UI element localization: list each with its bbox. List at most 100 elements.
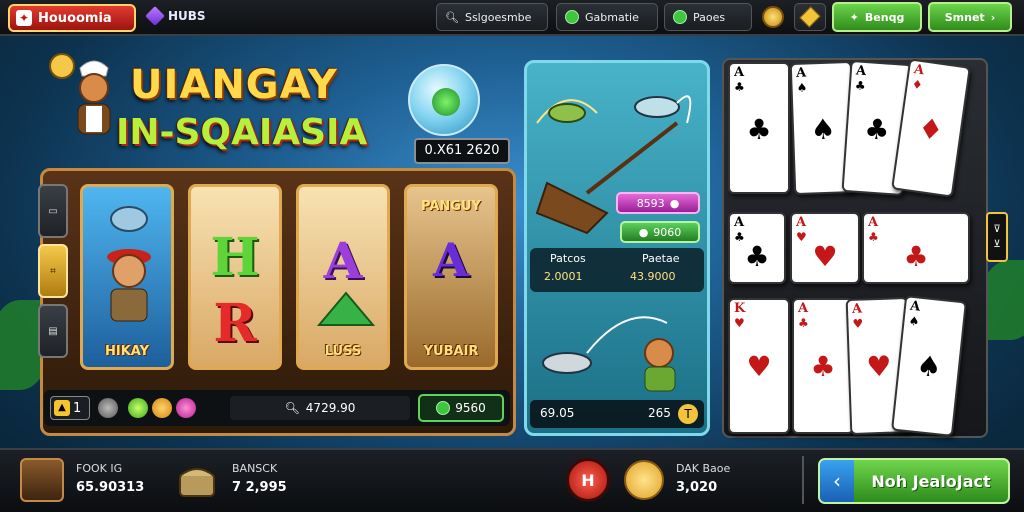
- fisherman-icon: [107, 206, 151, 322]
- card-suit-icon: ♣: [798, 316, 809, 330]
- coin-badge-icon[interactable]: [762, 6, 784, 28]
- card-suit-icon: ♥: [734, 316, 745, 330]
- start-button[interactable]: Smnet ›: [928, 2, 1012, 32]
- main-action-button[interactable]: ‹ Noh JealoJact: [818, 458, 1010, 504]
- reel-3-label: LUSS: [324, 344, 362, 359]
- reel-4[interactable]: PANGUY A YUBAIR: [404, 184, 498, 370]
- price-green-button[interactable]: ● 9060: [620, 221, 700, 243]
- card-suit-icon: ♠: [796, 80, 808, 95]
- chest-icon[interactable]: [176, 460, 218, 500]
- fishing-bottom-right: 265: [648, 406, 671, 420]
- chest-label: BANSCK: [232, 462, 278, 475]
- card-center-suit-icon: ♣: [744, 239, 770, 273]
- playing-card[interactable]: A ♣ ♣: [728, 62, 790, 194]
- slot-side-tabs: ▭ ⌗ ▤: [38, 184, 70, 364]
- card-rank: A: [912, 62, 926, 79]
- card-center-suit-icon: ♣: [746, 112, 772, 146]
- card-rank: A: [909, 298, 921, 315]
- reel-2[interactable]: H R: [188, 184, 282, 370]
- bet-icon: ▲: [54, 400, 70, 416]
- bonus-label: Benqg: [864, 10, 905, 24]
- player-label: FOOK IG: [76, 462, 123, 475]
- price-green-value: 9060: [653, 225, 682, 239]
- red-action-button[interactable]: H: [566, 458, 610, 502]
- diamond-icon: [799, 6, 821, 28]
- card-suit-icon: ♦: [910, 76, 924, 93]
- chip-pink-icon[interactable]: [176, 398, 196, 418]
- game-title-line2: IN-SQAIASIA: [116, 112, 368, 153]
- side-tab-1[interactable]: ▭: [38, 184, 68, 238]
- price-pink-value: 8593: [636, 196, 665, 210]
- card-rank: A: [795, 65, 807, 81]
- prizes-button[interactable]: Paoes: [664, 3, 752, 31]
- logo-icon: ✦: [16, 10, 32, 26]
- card-rank: A: [855, 63, 867, 80]
- card-rank: A: [868, 215, 879, 230]
- playing-card[interactable]: A ♣ ♣: [862, 212, 970, 284]
- coin-t-icon[interactable]: T: [678, 404, 698, 424]
- bonus-value-bottom: 3,020: [676, 480, 718, 495]
- card-rank: A: [851, 301, 863, 317]
- heart-chip-icon[interactable]: [128, 398, 148, 418]
- side-tab-2[interactable]: ⌗: [38, 244, 68, 298]
- nav-down-icon[interactable]: ⊻: [993, 239, 1000, 250]
- search-balance-icon: 🔍︎: [284, 401, 300, 415]
- card-center-suit-icon: ♠: [914, 348, 944, 385]
- bonus-button[interactable]: ✦ Benqg: [832, 2, 922, 32]
- reel-2-letter-bottom: R: [213, 293, 257, 354]
- jackpot-value: 0.X61 2620: [414, 138, 510, 164]
- card-center-suit-icon: ♣: [903, 239, 929, 273]
- chevron-right-icon: ›: [990, 10, 996, 24]
- playing-card[interactable]: A ♣ ♣: [792, 298, 854, 434]
- smiley-icon[interactable]: [624, 460, 664, 500]
- nav-up-icon[interactable]: ⊽: [993, 224, 1000, 235]
- leaf-icon: [673, 10, 687, 24]
- fishing-bottom-bar: 69.05 265 T: [530, 400, 704, 428]
- hub-link[interactable]: HUBS: [145, 6, 206, 26]
- divider: [802, 456, 804, 504]
- reel-4-top-label: PANGUY: [421, 199, 481, 214]
- main-action-label: Noh JealoJact: [871, 471, 991, 491]
- game-title-line1: UIANGAY: [130, 62, 338, 108]
- reel-1[interactable]: HIKAY: [80, 184, 174, 370]
- price-pink-button[interactable]: 8593 ●: [616, 192, 700, 214]
- card-rank: A: [796, 215, 807, 230]
- win-button[interactable]: 9560: [418, 394, 504, 422]
- stat1-label: Patcos: [550, 252, 586, 265]
- win-value: 9560: [455, 401, 486, 415]
- card-suit-icon: ♣: [854, 78, 867, 94]
- chef-mascot-icon: [49, 53, 111, 135]
- card-nav[interactable]: ⊽ ⊻: [986, 212, 1008, 262]
- gem-icon: [145, 6, 165, 26]
- reel-3[interactable]: A LUSS: [296, 184, 390, 370]
- card-suit-icon: ♠: [907, 313, 921, 329]
- side-tab-3[interactable]: ▤: [38, 304, 68, 358]
- search-button[interactable]: 🔍︎ Sslgoesmbe: [436, 3, 548, 31]
- card-suit-icon: ♣: [734, 80, 745, 94]
- card-center-suit-icon: ♦: [916, 111, 946, 148]
- app-logo[interactable]: ✦ Houoomia: [8, 4, 136, 32]
- green-triangle-icon: [317, 291, 375, 326]
- globe-icon[interactable]: [408, 64, 480, 136]
- card-rank: A: [734, 215, 745, 230]
- reel-4-letter: A: [433, 233, 469, 287]
- bonus-icon: ✦: [849, 10, 859, 24]
- arrow-left-icon: ‹: [820, 460, 854, 502]
- fishing-stats: Patcos 2.0001 Paetae 43.9000: [530, 248, 704, 292]
- card-suit-icon: ♥: [852, 316, 864, 331]
- chest-value: 7 2,995: [232, 480, 287, 495]
- chip-silver-icon[interactable]: [98, 398, 118, 418]
- playing-card[interactable]: K ♥ ♥: [728, 298, 790, 434]
- coin-icon: ●: [669, 196, 680, 210]
- playing-card[interactable]: A ♣ ♣: [728, 212, 786, 284]
- card-center-suit-icon: ♥: [812, 239, 838, 273]
- balance-value: 4729.90: [305, 401, 356, 415]
- playing-card[interactable]: A ♥ ♥: [790, 212, 860, 284]
- search-icon: 🔍︎: [445, 10, 459, 24]
- hub-label: HUBS: [168, 9, 206, 23]
- center-menu-button[interactable]: Gabmatie: [556, 3, 658, 31]
- chip-gold-icon[interactable]: [152, 398, 172, 418]
- bet-selector[interactable]: ▲ 1: [50, 396, 90, 420]
- diamond-button[interactable]: [794, 3, 826, 31]
- avatar[interactable]: [20, 458, 64, 502]
